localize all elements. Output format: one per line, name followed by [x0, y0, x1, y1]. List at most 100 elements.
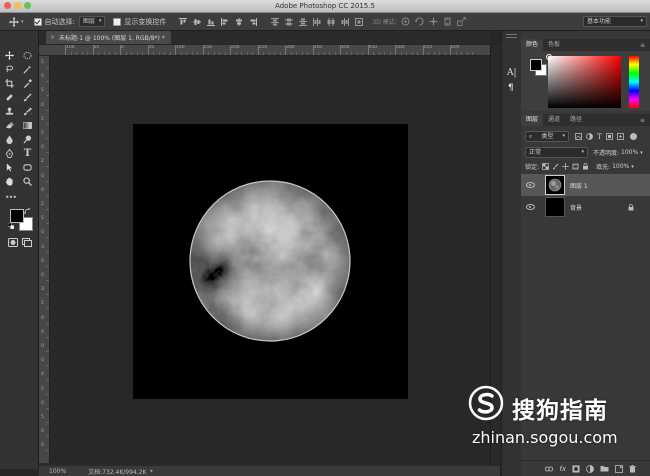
- color-saturation-field[interactable]: [546, 54, 621, 108]
- lock-all-icon[interactable]: [582, 163, 589, 170]
- chevron-down-icon[interactable]: ▾: [631, 164, 634, 170]
- 3d-slide-icon[interactable]: [443, 17, 452, 26]
- fill-value[interactable]: 100%: [612, 163, 629, 170]
- show-transform-checkbox[interactable]: 显示变换控件: [113, 17, 166, 27]
- default-colors-icon[interactable]: [8, 223, 14, 229]
- align-left-icon[interactable]: [221, 17, 229, 26]
- filter-type-icon[interactable]: T: [597, 133, 602, 141]
- layer-row-background[interactable]: 背景: [521, 196, 650, 218]
- lock-position-icon[interactable]: [562, 163, 570, 170]
- history-brush-tool[interactable]: [22, 106, 33, 117]
- filter-pixel-icon[interactable]: [575, 133, 582, 140]
- blend-mode-dropdown[interactable]: 正常 ▾: [525, 147, 588, 158]
- hand-tool[interactable]: [4, 176, 15, 187]
- filter-toggle-icon[interactable]: [629, 133, 637, 140]
- chevron-down-icon[interactable]: ▾: [640, 150, 643, 156]
- shape-tool[interactable]: [22, 162, 33, 173]
- eye-icon[interactable]: [526, 204, 535, 210]
- dodge-tool[interactable]: [22, 134, 33, 145]
- opacity-value[interactable]: 100%: [621, 149, 638, 156]
- distribute-top-icon[interactable]: [271, 17, 280, 26]
- lock-image-brush-icon[interactable]: [552, 163, 559, 170]
- eye-icon[interactable]: [526, 182, 535, 188]
- pen-tool[interactable]: [4, 148, 15, 159]
- move-tool-icon[interactable]: ▾: [9, 16, 24, 27]
- layer-style-icon[interactable]: fx: [559, 465, 566, 473]
- color-picker-cursor[interactable]: [546, 54, 552, 60]
- status-arrow-icon[interactable]: ▸: [150, 468, 153, 474]
- layer-row-layer1[interactable]: 图层 1: [521, 174, 650, 196]
- new-layer-icon[interactable]: [615, 464, 623, 473]
- eraser-tool[interactable]: [4, 120, 15, 131]
- add-mask-icon[interactable]: [572, 465, 580, 473]
- auto-select-dropdown[interactable]: 图层 ▾: [78, 16, 106, 27]
- brush-tool[interactable]: [22, 92, 33, 103]
- 3d-rotate-icon[interactable]: [401, 17, 410, 26]
- filter-smart-object-icon[interactable]: [616, 133, 624, 140]
- minimize-window-button[interactable]: [14, 2, 21, 9]
- panel-menu-icon[interactable]: ≡: [640, 117, 645, 124]
- link-layers-icon[interactable]: [545, 466, 554, 472]
- paragraph-panel-icon[interactable]: ¶: [508, 83, 514, 93]
- tab-paths[interactable]: 路径: [565, 114, 587, 126]
- zoom-window-button[interactable]: [24, 2, 31, 9]
- 3d-scale-icon[interactable]: [456, 17, 466, 26]
- distribute-hcenter-icon[interactable]: [327, 17, 335, 26]
- 3d-roll-icon[interactable]: [414, 17, 424, 26]
- tab-swatches[interactable]: 色板: [543, 39, 565, 51]
- swap-colors-icon[interactable]: [24, 208, 31, 215]
- color-panel-foreground-swatch[interactable]: [530, 59, 542, 71]
- tab-color[interactable]: 颜色: [521, 39, 544, 51]
- folder-icon[interactable]: [600, 465, 609, 472]
- new-adjustment-icon[interactable]: [586, 464, 594, 473]
- distribute-left-icon[interactable]: [313, 17, 321, 26]
- layer-name[interactable]: 背景: [570, 203, 582, 212]
- layer-name[interactable]: 图层 1: [570, 181, 588, 190]
- align-vcenter-icon[interactable]: [193, 18, 202, 26]
- character-panel-icon[interactable]: A|: [507, 68, 517, 78]
- clone-stamp-tool[interactable]: [4, 106, 15, 117]
- distribute-bottom-icon[interactable]: [299, 18, 308, 26]
- strip-grip-icon[interactable]: [506, 34, 517, 38]
- foreground-color-swatch[interactable]: [10, 209, 24, 223]
- lock-artboard-icon[interactable]: [572, 163, 580, 170]
- magic-wand-tool[interactable]: [22, 64, 33, 75]
- lasso-tool[interactable]: [4, 64, 15, 75]
- healing-brush-tool[interactable]: [4, 92, 15, 103]
- type-tool[interactable]: T: [22, 148, 33, 159]
- move-tool[interactable]: [4, 50, 15, 61]
- distribute-right-icon[interactable]: [341, 17, 350, 26]
- horizontal-ruler[interactable]: 100 50 0 50 100 150 200 250 300 350 400 450 500 550 60…: [39, 45, 490, 56]
- crop-tool[interactable]: [4, 78, 15, 89]
- filter-adjustment-icon[interactable]: [586, 133, 593, 140]
- close-tab-icon[interactable]: ×: [50, 34, 55, 41]
- auto-select-checkbox[interactable]: 自动选择:: [33, 17, 75, 27]
- 3d-pan-icon[interactable]: [429, 17, 438, 26]
- document-tab[interactable]: × 未标题-1 @ 100% (图层 1, RGB/8*) *: [46, 31, 171, 44]
- eyedropper-tool[interactable]: [22, 78, 33, 89]
- tab-channels[interactable]: 通道: [543, 114, 565, 126]
- align-top-icon[interactable]: [179, 17, 188, 26]
- document-size-info[interactable]: 文档:732.4K/994.2K: [88, 467, 146, 476]
- screen-mode-icon[interactable]: [22, 238, 32, 247]
- align-right-icon[interactable]: [249, 17, 258, 26]
- filter-shape-icon[interactable]: [605, 133, 613, 140]
- auto-align-icon[interactable]: [355, 17, 364, 26]
- tab-layers[interactable]: 图层: [521, 114, 544, 126]
- edit-toolbar-button[interactable]: •••: [5, 192, 17, 203]
- vertical-ruler[interactable]: 5 0 5 0 1 5 0 2 0 0 2 5 0 3 0 0 3 5 0 4 0 0 4 5 0 5 0 0: [39, 56, 50, 463]
- distribute-vcenter-icon[interactable]: [285, 18, 294, 26]
- close-window-button[interactable]: [4, 2, 11, 9]
- marquee-tool[interactable]: [22, 50, 33, 61]
- zoom-level[interactable]: 100%: [49, 468, 66, 475]
- hue-slider[interactable]: [629, 56, 639, 108]
- align-bottom-icon[interactable]: [207, 18, 216, 26]
- quick-mask-icon[interactable]: [8, 238, 18, 247]
- path-selection-tool[interactable]: [4, 162, 15, 173]
- layer-filter-dropdown[interactable]: ⌕ 类型 ▾: [525, 131, 569, 142]
- workspace-dropdown[interactable]: 基本功能 ▾: [583, 16, 647, 27]
- document-canvas[interactable]: [133, 124, 408, 399]
- align-hcenter-icon[interactable]: [235, 17, 243, 26]
- zoom-tool[interactable]: [22, 176, 33, 187]
- gradient-tool[interactable]: [22, 120, 33, 131]
